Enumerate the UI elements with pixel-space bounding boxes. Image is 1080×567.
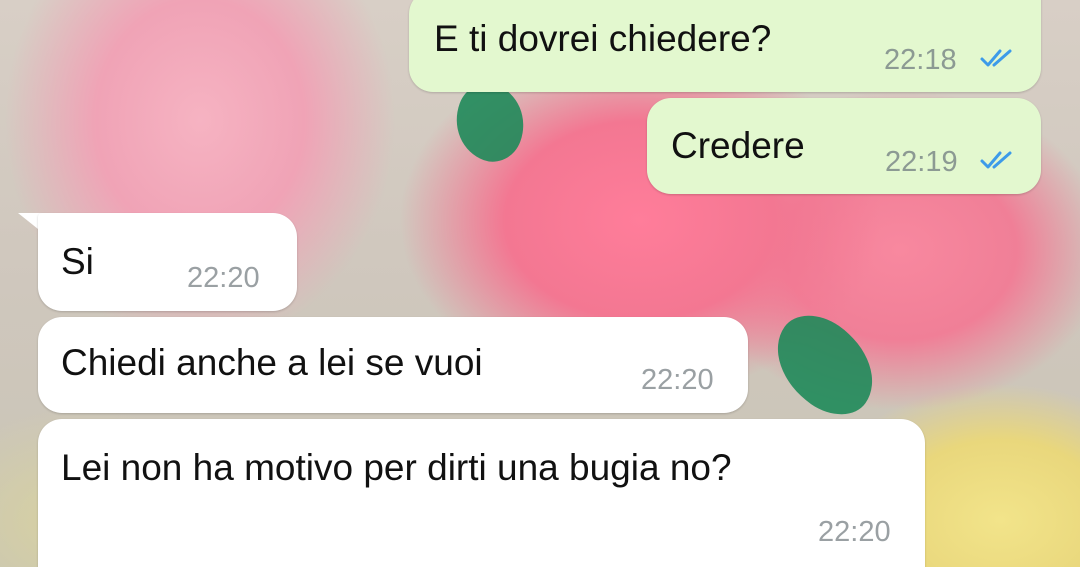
double-check-icon	[980, 151, 1012, 169]
message-time: 22:20	[641, 364, 714, 396]
double-check-icon	[980, 49, 1012, 67]
message-bubble-incoming[interactable]: Chiedi anche a lei se vuoi 22:20	[38, 317, 748, 413]
message-time: 22:19	[885, 146, 958, 178]
message-text: E ti dovrei chiedere?	[434, 18, 772, 59]
message-text: Lei non ha motivo per dirti una bugia no…	[61, 447, 732, 488]
message-time: 22:18	[884, 44, 957, 76]
message-text: Si	[61, 241, 94, 282]
message-bubble-outgoing[interactable]: Credere 22:19	[647, 98, 1041, 194]
message-time: 22:20	[187, 262, 260, 294]
message-text: Chiedi anche a lei se vuoi	[61, 342, 483, 383]
chat-conversation: E ti dovrei chiedere? 22:18 Credere 22:1…	[0, 0, 1080, 567]
message-bubble-outgoing[interactable]: E ti dovrei chiedere? 22:18	[409, 0, 1041, 92]
message-time: 22:20	[818, 516, 891, 548]
message-bubble-incoming[interactable]: Lei non ha motivo per dirti una bugia no…	[38, 419, 925, 567]
message-bubble-incoming[interactable]: Si 22:20	[38, 213, 297, 311]
message-text: Credere	[671, 125, 805, 166]
